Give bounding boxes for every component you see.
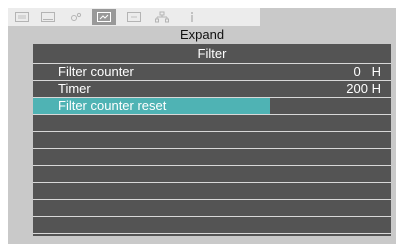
menu-row-filter-counter-reset[interactable]: Filter counter reset (33, 98, 391, 115)
menu-row-empty (33, 115, 391, 132)
menu-row-empty (33, 183, 391, 200)
display-icon (15, 12, 29, 22)
network-icon (155, 11, 169, 23)
menu-row-filter-counter[interactable]: Filter counter 0 H (33, 64, 391, 81)
row-label: Filter counter (58, 64, 134, 79)
row-value: 0 H (353, 64, 381, 79)
color-icon (71, 12, 82, 21)
tab-display[interactable] (10, 9, 34, 25)
screen-icon (41, 12, 55, 22)
menu-row-empty (33, 166, 391, 183)
row-label: Filter counter reset (58, 98, 167, 113)
page-title: Expand (179, 27, 225, 42)
setting-icon (97, 12, 111, 22)
expand-icon (127, 12, 141, 22)
tab-screen[interactable] (36, 9, 60, 25)
menu-row-timer[interactable]: Timer 200 H (33, 81, 391, 98)
tab-expand[interactable] (122, 9, 146, 25)
menu-row-empty (33, 217, 391, 234)
menu-row-empty (33, 132, 391, 149)
menu-row-empty (33, 200, 391, 217)
row-label: Timer (58, 81, 91, 96)
row-value: 200 H (346, 81, 381, 96)
tab-info[interactable] (180, 9, 204, 25)
menu-frame: Expand Filter Filter counter 0 H Timer 2… (8, 8, 396, 244)
tab-bar (8, 8, 260, 26)
filter-menu: Filter Filter counter 0 H Timer 200 H Fi… (33, 44, 391, 236)
tab-setting[interactable] (92, 9, 116, 25)
tab-network[interactable] (150, 9, 174, 25)
menu-row-empty (33, 149, 391, 166)
info-icon (191, 12, 193, 22)
menu-title: Filter (33, 44, 391, 64)
tab-color[interactable] (64, 9, 88, 25)
